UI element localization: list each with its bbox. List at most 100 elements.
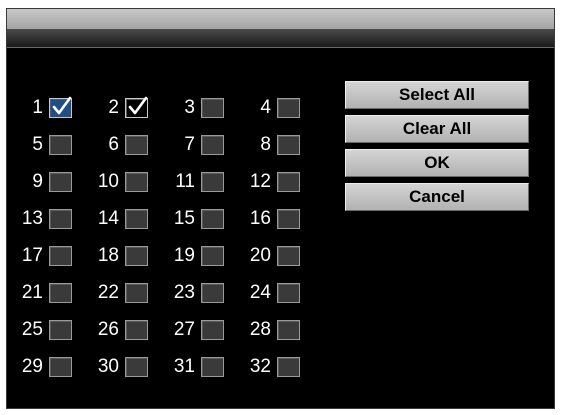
channel-checkbox[interactable] (125, 208, 148, 229)
channel-checkbox[interactable] (49, 282, 72, 303)
channel-item: 1 (15, 89, 91, 126)
checkmark-icon (128, 96, 148, 114)
channel-checkbox[interactable] (201, 282, 224, 303)
channel-item: 11 (167, 163, 243, 200)
channel-number-label: 32 (249, 355, 271, 377)
channel-number-label: 26 (97, 318, 119, 340)
header-divider (7, 47, 554, 48)
title-bar (7, 9, 554, 29)
channel-number-label: 29 (21, 355, 43, 377)
channel-checkbox[interactable] (125, 319, 148, 340)
channel-number-label: 5 (32, 133, 43, 155)
channel-number-label: 27 (173, 318, 195, 340)
channel-number-label: 6 (108, 133, 119, 155)
channel-item: 16 (243, 200, 319, 237)
channel-checkbox[interactable] (49, 171, 72, 192)
channel-checkbox[interactable] (125, 96, 148, 118)
channel-checkbox[interactable] (125, 134, 148, 155)
channel-checkbox[interactable] (277, 208, 300, 229)
channel-number-label: 14 (97, 207, 119, 229)
channel-number-label: 17 (21, 244, 43, 266)
channel-checkbox[interactable] (277, 134, 300, 155)
channel-checkbox[interactable] (201, 171, 224, 192)
channel-item: 2 (91, 89, 167, 126)
select-all-button[interactable]: Select All (345, 81, 529, 109)
channel-item: 6 (91, 126, 167, 163)
channel-item: 13 (15, 200, 91, 237)
ok-button[interactable]: OK (345, 149, 529, 177)
channel-number-label: 19 (173, 244, 195, 266)
cancel-button[interactable]: Cancel (345, 183, 529, 211)
channel-checkbox[interactable] (125, 282, 148, 303)
channel-number-label: 22 (97, 281, 119, 303)
channel-number-label: 16 (249, 207, 271, 229)
channel-checkbox[interactable] (201, 208, 224, 229)
channel-item: 24 (243, 274, 319, 311)
channel-item: 23 (167, 274, 243, 311)
channel-checkbox[interactable] (277, 245, 300, 266)
channel-checkbox[interactable] (125, 171, 148, 192)
channel-item: 3 (167, 89, 243, 126)
title-bar-shadow (7, 29, 554, 47)
channel-item: 7 (167, 126, 243, 163)
channel-checkbox[interactable] (49, 356, 72, 377)
channel-item: 5 (15, 126, 91, 163)
channel-number-label: 15 (173, 207, 195, 229)
channel-item: 15 (167, 200, 243, 237)
channel-number-label: 28 (249, 318, 271, 340)
channel-checkbox[interactable] (277, 171, 300, 192)
channel-checkbox[interactable] (277, 97, 300, 118)
channel-number-label: 10 (97, 170, 119, 192)
channel-checkbox[interactable] (277, 319, 300, 340)
channel-checkbox[interactable] (201, 356, 224, 377)
channel-number-label: 24 (249, 281, 271, 303)
channel-item: 8 (243, 126, 319, 163)
checkmark-icon (52, 96, 72, 114)
channel-checkbox[interactable] (201, 97, 224, 118)
channel-checkbox-grid: 1 2 3 4 5 6 7 8 9 10 11 12 13 14 15 16 17 18 19 20 21 22 23 24 2… (15, 89, 319, 385)
channel-number-label: 3 (184, 96, 195, 118)
channel-number-label: 9 (32, 170, 43, 192)
channel-checkbox[interactable] (277, 282, 300, 303)
channel-checkbox[interactable] (125, 245, 148, 266)
channel-checkbox[interactable] (49, 319, 72, 340)
channel-checkbox[interactable] (201, 134, 224, 155)
channel-item: 30 (91, 348, 167, 385)
channel-item: 4 (243, 89, 319, 126)
channel-number-label: 20 (249, 244, 271, 266)
channel-item: 32 (243, 348, 319, 385)
channel-number-label: 31 (173, 355, 195, 377)
channel-number-label: 18 (97, 244, 119, 266)
channel-item: 12 (243, 163, 319, 200)
clear-all-button[interactable]: Clear All (345, 115, 529, 143)
channel-item: 18 (91, 237, 167, 274)
channel-number-label: 30 (97, 355, 119, 377)
channel-number-label: 8 (260, 133, 271, 155)
channel-checkbox[interactable] (49, 134, 72, 155)
channel-item: 14 (91, 200, 167, 237)
channel-number-label: 21 (21, 281, 43, 303)
channel-checkbox[interactable] (201, 245, 224, 266)
channel-checkbox[interactable] (201, 319, 224, 340)
channel-number-label: 2 (108, 96, 119, 118)
channel-checkbox[interactable] (49, 96, 72, 118)
channel-item: 10 (91, 163, 167, 200)
channel-item: 27 (167, 311, 243, 348)
channel-item: 28 (243, 311, 319, 348)
channel-item: 21 (15, 274, 91, 311)
channel-checkbox[interactable] (49, 245, 72, 266)
channel-select-dialog: 1 2 3 4 5 6 7 8 9 10 11 12 13 14 15 16 17 18 19 20 21 22 23 24 2… (6, 8, 555, 409)
channel-item: 20 (243, 237, 319, 274)
channel-checkbox[interactable] (277, 356, 300, 377)
channel-number-label: 23 (173, 281, 195, 303)
channel-checkbox[interactable] (49, 208, 72, 229)
channel-number-label: 25 (21, 318, 43, 340)
channel-item: 17 (15, 237, 91, 274)
channel-item: 31 (167, 348, 243, 385)
channel-number-label: 1 (32, 96, 43, 118)
channel-checkbox[interactable] (125, 356, 148, 377)
action-buttons: Select All Clear All OK Cancel (345, 81, 529, 217)
channel-item: 19 (167, 237, 243, 274)
channel-item: 26 (91, 311, 167, 348)
channel-item: 29 (15, 348, 91, 385)
